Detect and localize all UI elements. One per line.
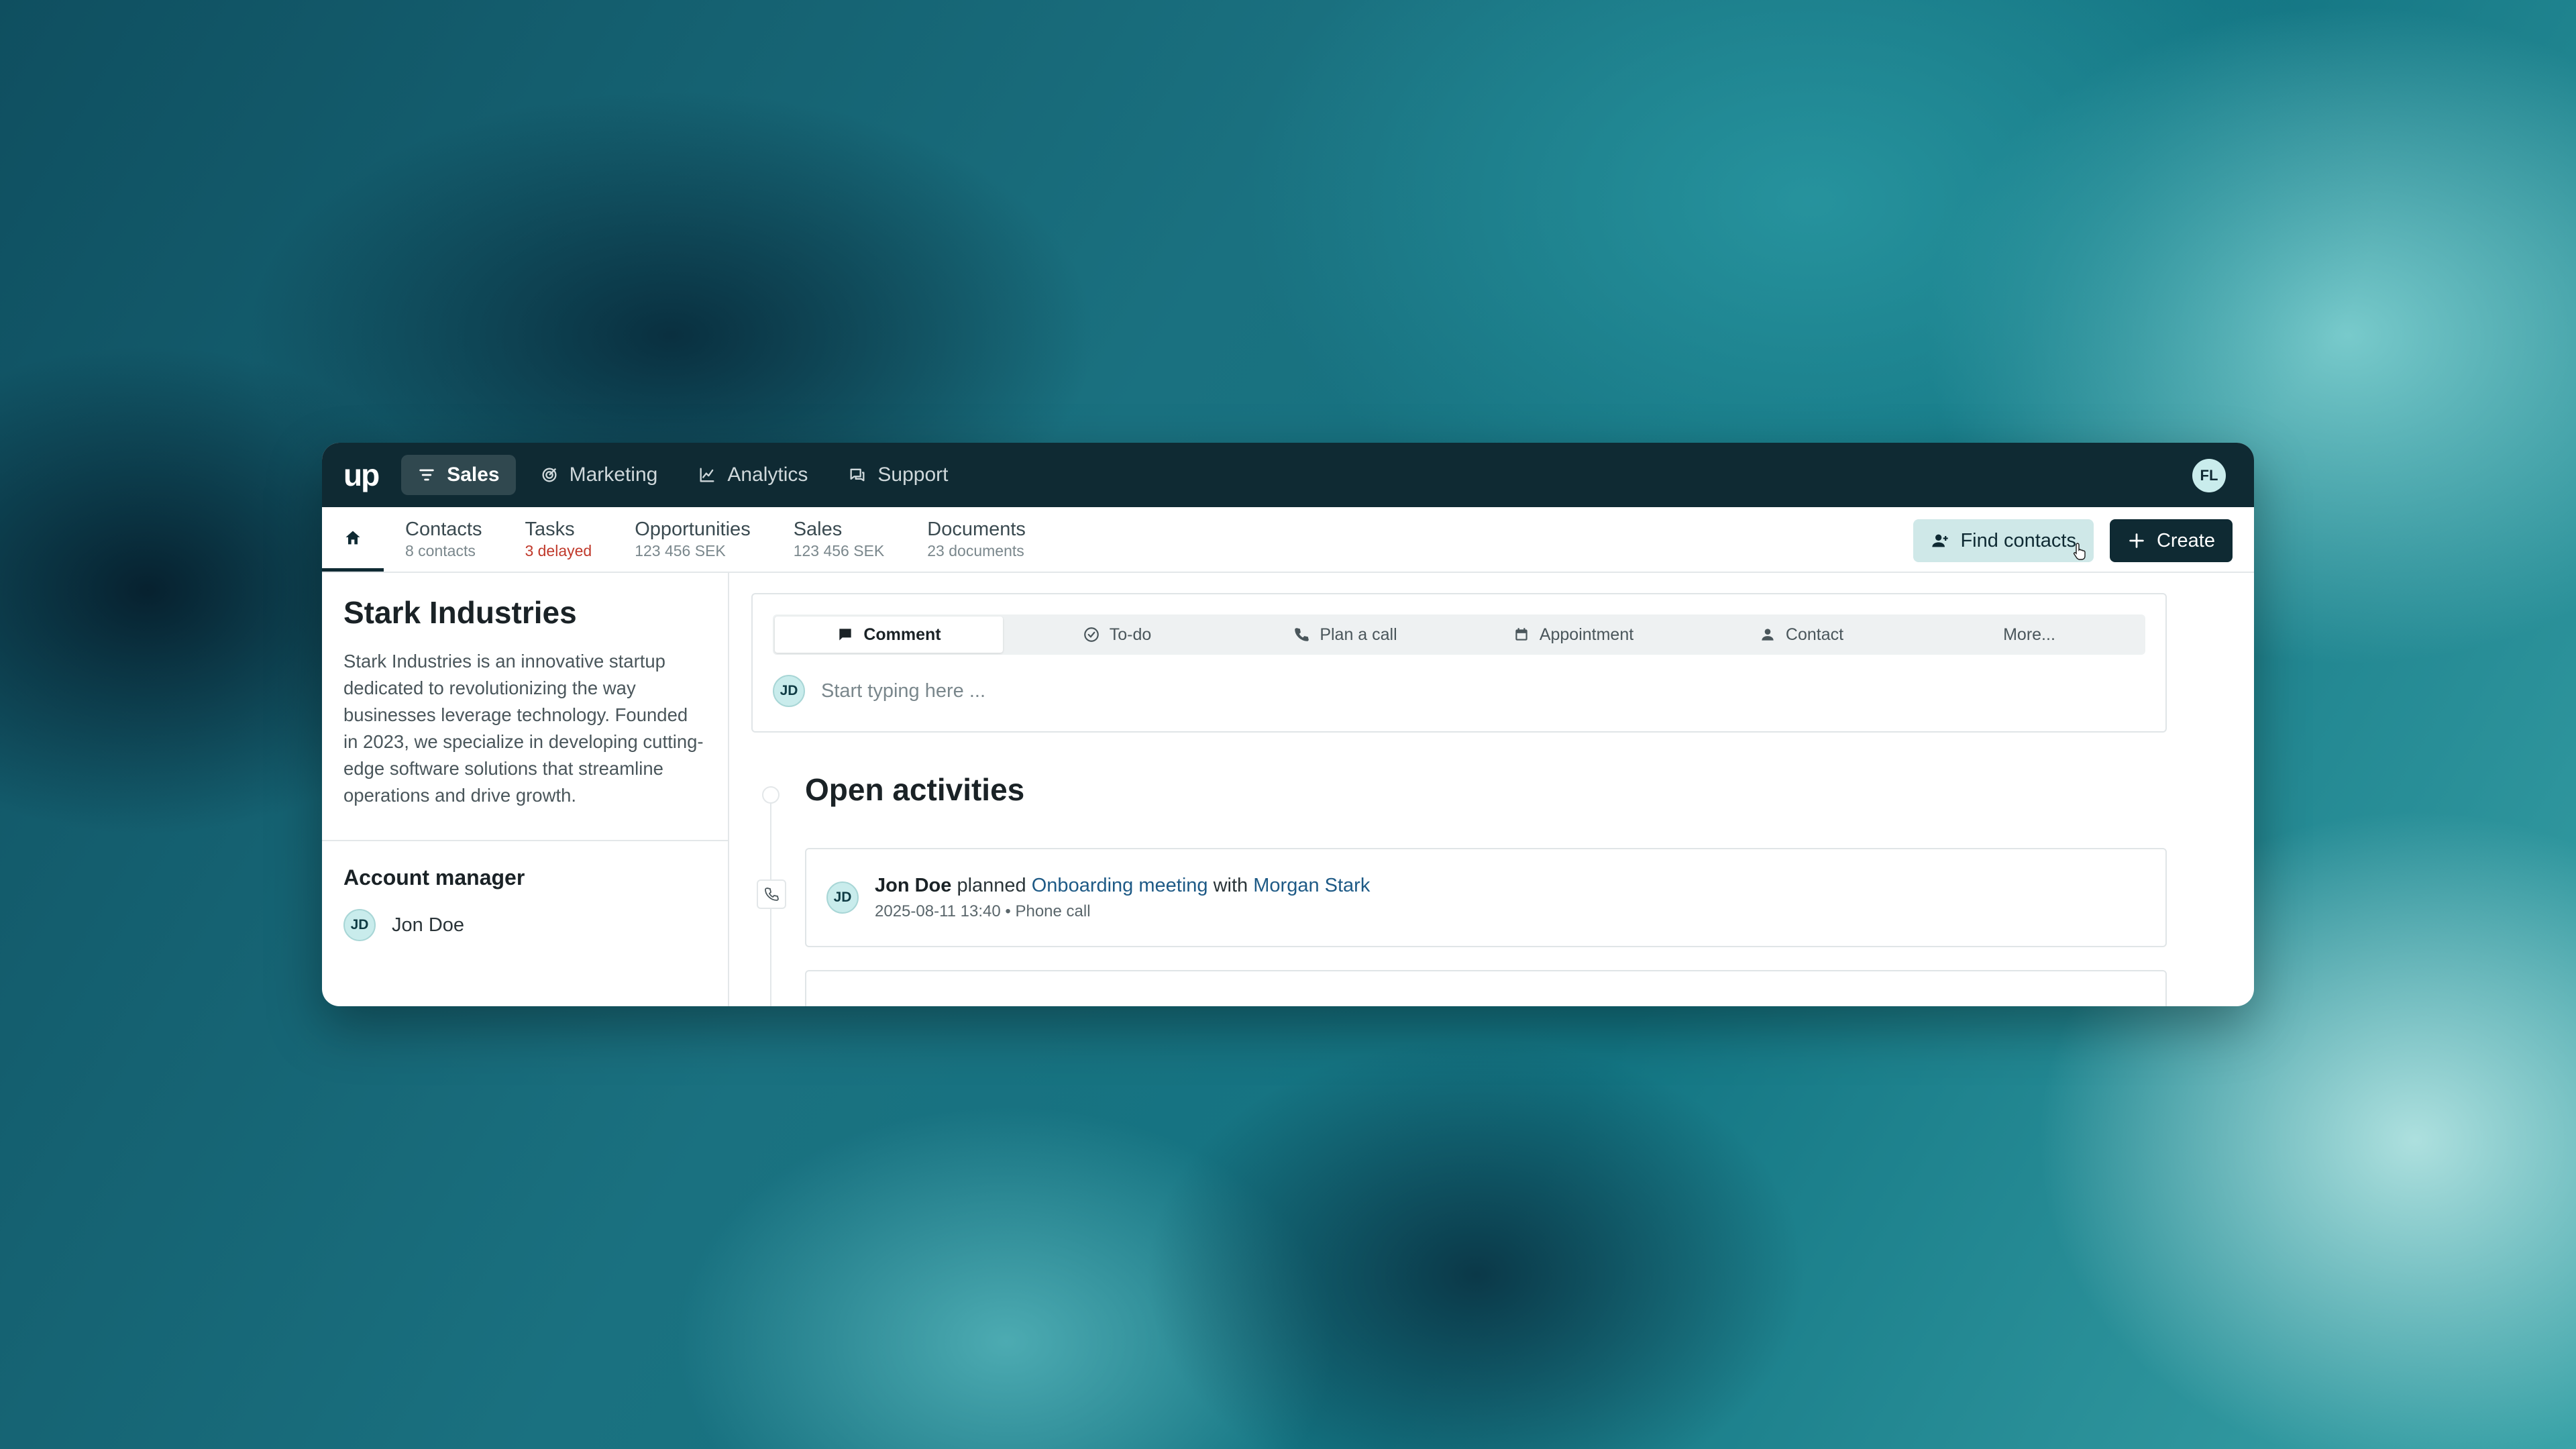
tab-tasks-title: Tasks: [525, 518, 575, 540]
tab-todo[interactable]: To-do: [1003, 616, 1231, 653]
company-summary: Stark Industries Stark Industries is an …: [322, 573, 728, 841]
person-icon: [1762, 629, 1774, 641]
avatar: JD: [826, 881, 859, 914]
timeline-phone-marker: [757, 879, 786, 909]
add-person-icon: [1932, 534, 1949, 547]
nav-analytics[interactable]: Analytics: [682, 455, 824, 495]
calendar-icon: [1515, 628, 1527, 641]
activity-connector: with: [1213, 874, 1248, 896]
tab-contacts-count: 8 contacts: [405, 542, 476, 560]
plus-icon: [2129, 533, 2144, 548]
open-activities-heading: Open activities: [805, 772, 1025, 807]
check-circle-icon: [1083, 627, 1099, 642]
avatar: JD: [343, 909, 376, 941]
chat-icon: [850, 468, 865, 482]
tab-tasks-delayed: 3 delayed: [525, 542, 592, 560]
tab-contacts[interactable]: Contacts 8 contacts: [384, 507, 503, 572]
nav-sales-label: Sales: [447, 464, 500, 486]
company-sidebar: Stark Industries Stark Industries is an …: [322, 573, 729, 1006]
tab-opportunities[interactable]: Opportunities 123 456 SEK: [613, 507, 772, 572]
company-name: Stark Industries: [343, 595, 577, 630]
target-icon: [542, 468, 557, 482]
phone-icon: [1295, 628, 1309, 641]
timeline-dot: [762, 786, 780, 804]
company-description: Stark Industries is an innovative startu…: [343, 651, 704, 806]
composer-input-row[interactable]: JD Start typing here ...: [773, 675, 2145, 707]
user-avatar[interactable]: FL: [2192, 459, 2226, 492]
app-logo[interactable]: up: [343, 460, 380, 490]
create-button[interactable]: Create: [2109, 519, 2233, 562]
header-actions: Find contacts Create: [1913, 519, 2233, 562]
account-manager-name: Jon Doe: [392, 914, 465, 936]
tab-sales-value: 123 456 SEK: [793, 542, 885, 560]
tab-tasks[interactable]: Tasks 3 delayed: [503, 507, 613, 572]
comment-icon: [839, 629, 852, 641]
filter-icon: [419, 469, 434, 481]
avatar: JD: [773, 675, 805, 707]
tab-documents-title: Documents: [927, 518, 1026, 540]
home-icon: [345, 531, 360, 544]
activity-details: Jon Doe planned Onboarding meeting with …: [875, 875, 1370, 921]
activity-actor[interactable]: Jon Doe: [875, 875, 951, 896]
activity-type: Phone call: [1015, 902, 1091, 920]
account-manager-heading: Account manager: [343, 865, 525, 890]
tab-opportunities-value: 123 456 SEK: [635, 542, 726, 560]
activity-separator: •: [1005, 902, 1011, 920]
tab-comment[interactable]: Comment: [775, 616, 1003, 653]
nav-sales[interactable]: Sales: [401, 455, 516, 495]
composer-input[interactable]: Start typing here ...: [821, 680, 985, 702]
tab-opportunities-title: Opportunities: [635, 518, 751, 540]
nav-marketing-label: Marketing: [569, 464, 658, 486]
activity-contact-link[interactable]: Morgan Stark: [1253, 875, 1370, 896]
find-contacts-label: Find contacts: [1960, 529, 2076, 551]
activity-card[interactable]: JD Jon Doe planned Onboarding meeting wi…: [805, 848, 2167, 947]
account-manager-section: Account manager JD Jon Doe: [322, 841, 728, 965]
activity-meta: 2025-08-11 13:40 • Phone call: [875, 902, 1370, 921]
app-window: up Sales Marketing Analytics Support FL …: [322, 443, 2254, 1006]
top-navigation: up Sales Marketing Analytics Support FL: [322, 443, 2254, 507]
hand-cursor-icon: [2073, 543, 2086, 560]
tab-contact-label: Contact: [1785, 625, 1844, 644]
tab-contact[interactable]: Contact: [1687, 616, 1915, 653]
tab-plan-call-label: Plan a call: [1320, 625, 1397, 644]
nav-support-label: Support: [877, 464, 949, 486]
tab-documents-count: 23 documents: [927, 542, 1024, 560]
nav-analytics-label: Analytics: [727, 464, 808, 486]
activity-verb: planned: [957, 874, 1026, 896]
line-chart-icon: [700, 468, 714, 482]
tab-contacts-title: Contacts: [405, 518, 482, 540]
home-tab[interactable]: [322, 507, 384, 572]
create-label: Create: [2156, 529, 2215, 551]
main-content: Stark Industries Stark Industries is an …: [322, 573, 2254, 1006]
tab-sales[interactable]: Sales 123 456 SEK: [772, 507, 906, 572]
tab-documents[interactable]: Documents 23 documents: [906, 507, 1047, 572]
activity-datetime: 2025-08-11 13:40: [875, 902, 1001, 920]
nav-support[interactable]: Support: [832, 455, 964, 495]
find-contacts-button[interactable]: Find contacts: [1913, 519, 2094, 562]
tab-more[interactable]: More...: [1915, 616, 2143, 653]
activity-panel: Comment To-do Plan a call Appointment Co…: [729, 573, 2254, 1006]
account-manager-row[interactable]: JD Jon Doe: [343, 909, 706, 941]
tab-todo-label: To-do: [1109, 625, 1152, 644]
activity-composer: Comment To-do Plan a call Appointment Co…: [751, 593, 2167, 733]
activity-subject-link[interactable]: Onboarding meeting: [1032, 875, 1208, 896]
tab-appointment[interactable]: Appointment: [1459, 616, 1687, 653]
activity-summary: Jon Doe planned Onboarding meeting with …: [875, 875, 1370, 897]
activity-card-partial[interactable]: [805, 970, 2167, 1006]
composer-tabs: Comment To-do Plan a call Appointment Co…: [773, 614, 2145, 655]
tab-appointment-label: Appointment: [1539, 625, 1634, 644]
phone-icon: [765, 888, 779, 901]
sub-navigation: Contacts 8 contacts Tasks 3 delayed Oppo…: [322, 507, 2254, 573]
nav-marketing[interactable]: Marketing: [524, 455, 674, 495]
tab-comment-label: Comment: [863, 625, 941, 644]
tab-more-label: More...: [2003, 625, 2055, 644]
tab-plan-call[interactable]: Plan a call: [1231, 616, 1459, 653]
tab-sales-title: Sales: [793, 518, 843, 540]
